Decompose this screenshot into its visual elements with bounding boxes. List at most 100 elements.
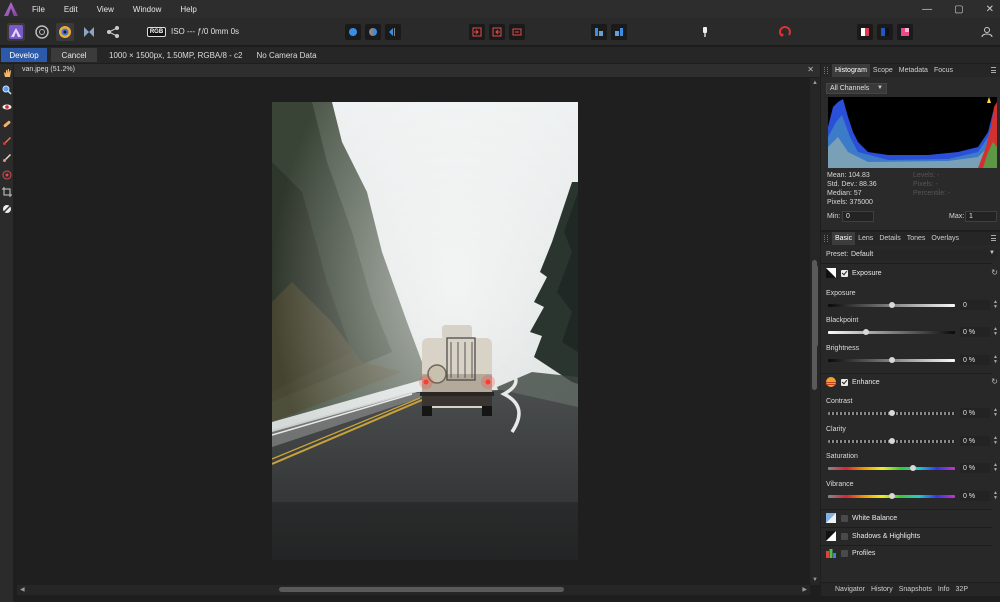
max-input[interactable]: 1 xyxy=(965,211,997,222)
tab-info[interactable]: Info xyxy=(935,583,953,596)
clip-highlights-button[interactable] xyxy=(469,24,485,40)
vibrance-slider[interactable] xyxy=(828,493,955,499)
contrast-stepper-icon[interactable]: ▲ ▼ xyxy=(993,408,998,418)
minimize-button[interactable]: — xyxy=(922,4,932,15)
saturation-stepper-icon[interactable]: ▲ ▼ xyxy=(993,463,998,473)
brightness-slider-handle[interactable] xyxy=(888,357,895,363)
view-split-button[interactable] xyxy=(365,24,381,40)
white-balance-tool[interactable] xyxy=(1,203,12,214)
close-document-button[interactable]: ✕ xyxy=(807,65,814,74)
scroll-left-icon[interactable]: ◀ xyxy=(20,586,25,593)
reset-exposure-icon[interactable]: ↻ xyxy=(991,268,998,277)
mode-rgb-button[interactable] xyxy=(857,24,873,40)
vibrance-slider-handle[interactable] xyxy=(888,493,895,499)
panel-menu-icon[interactable] xyxy=(991,235,996,241)
overlay-gradient-tool[interactable] xyxy=(1,169,12,180)
clarity-value-field[interactable]: 0 % xyxy=(960,436,990,446)
cancel-button[interactable]: Cancel xyxy=(51,48,97,62)
zoom-tool[interactable] xyxy=(1,84,12,95)
tab-history[interactable]: History xyxy=(868,583,896,596)
document-tab[interactable]: van.jpeg (51.2%) ✕ xyxy=(14,64,820,77)
crop-tool[interactable] xyxy=(1,186,12,197)
clarity-slider[interactable] xyxy=(828,438,955,444)
saturation-slider[interactable] xyxy=(828,465,955,471)
exposure-value-field[interactable]: 0 xyxy=(960,300,990,310)
panel-left-button[interactable] xyxy=(591,24,607,40)
tab-overlays[interactable]: Overlays xyxy=(928,232,962,245)
blemish-tool[interactable] xyxy=(1,118,12,129)
account-button[interactable] xyxy=(978,23,996,41)
tab-histogram[interactable]: Histogram xyxy=(832,64,870,77)
brightness-value-field[interactable]: 0 % xyxy=(960,355,990,365)
panel-grip-icon[interactable] xyxy=(824,235,828,242)
red-eye-button[interactable] xyxy=(776,23,794,41)
photo-persona-button[interactable] xyxy=(7,23,25,41)
enhance-checkbox[interactable] xyxy=(841,378,848,386)
tab-metadata[interactable]: Metadata xyxy=(896,64,931,77)
overlay-brush-tool[interactable] xyxy=(1,135,12,146)
reset-enhance-icon[interactable]: ↻ xyxy=(991,377,998,386)
white-balance-section-header[interactable]: White Balance xyxy=(821,510,992,526)
scroll-right-icon[interactable]: ▶ xyxy=(802,586,807,593)
exposure-checkbox[interactable] xyxy=(841,269,848,277)
tab-lens[interactable]: Lens xyxy=(855,232,876,245)
channel-select[interactable]: All Channels ▼ xyxy=(826,83,887,94)
exposure-slider-handle[interactable] xyxy=(888,302,895,308)
blackpoint-slider[interactable] xyxy=(828,329,955,335)
tab-tones[interactable]: Tones xyxy=(904,232,929,245)
view-mirror-button[interactable] xyxy=(385,24,401,40)
hand-tool[interactable] xyxy=(1,67,12,78)
panel-right-button[interactable] xyxy=(611,24,627,40)
saturation-value-field[interactable]: 0 % xyxy=(960,463,990,473)
maximize-button[interactable]: ▢ xyxy=(954,4,963,15)
profiles-section-header[interactable]: Profiles xyxy=(821,545,992,561)
menu-window[interactable]: Window xyxy=(133,5,161,14)
develop-scrollbar[interactable] xyxy=(811,265,820,585)
panel-grip-icon[interactable] xyxy=(824,67,828,74)
tone-mapping-persona-button[interactable] xyxy=(80,23,98,41)
brightness-slider[interactable] xyxy=(828,357,955,363)
tab-basic[interactable]: Basic xyxy=(832,232,856,245)
menu-help[interactable]: Help xyxy=(180,5,196,14)
min-input[interactable]: 0 xyxy=(842,211,874,222)
shadows-highlights-section-header[interactable]: Shadows & Highlights xyxy=(821,528,992,544)
photo-image[interactable] xyxy=(272,102,578,560)
mode-mono-button[interactable] xyxy=(877,24,893,40)
tab-snapshots[interactable]: Snapshots xyxy=(896,583,935,596)
brightness-stepper-icon[interactable]: ▲ ▼ xyxy=(993,355,998,365)
develop-button[interactable]: Develop xyxy=(1,48,47,62)
exposure-section-header[interactable]: Exposure ↻ xyxy=(821,265,998,281)
tab-focus[interactable]: Focus xyxy=(931,64,956,77)
contrast-slider[interactable] xyxy=(828,410,955,416)
blackpoint-stepper-icon[interactable]: ▲ ▼ xyxy=(993,327,998,337)
close-window-button[interactable]: ✕ xyxy=(986,4,994,15)
horizontal-scrollbar[interactable]: ◀ ▶ xyxy=(17,585,810,595)
liquify-persona-button[interactable] xyxy=(33,23,51,41)
exposure-slider[interactable] xyxy=(828,302,955,308)
clip-shadows-button[interactable] xyxy=(489,24,505,40)
white-balance-picker-button[interactable] xyxy=(696,23,714,41)
exposure-stepper-icon[interactable]: ▲ ▼ xyxy=(993,300,998,310)
clip-tones-button[interactable] xyxy=(509,24,525,40)
scroll-up-icon[interactable]: ▲ xyxy=(812,80,818,86)
contrast-value-field[interactable]: 0 % xyxy=(960,408,990,418)
menu-file[interactable]: File xyxy=(32,5,45,14)
view-single-button[interactable] xyxy=(345,24,361,40)
menu-view[interactable]: View xyxy=(97,5,114,14)
vibrance-value-field[interactable]: 0 % xyxy=(960,491,990,501)
export-persona-button[interactable] xyxy=(104,23,122,41)
tab-32p[interactable]: 32P xyxy=(953,583,971,596)
clarity-stepper-icon[interactable]: ▲ ▼ xyxy=(993,436,998,446)
profiles-checkbox[interactable] xyxy=(841,549,848,557)
develop-scroll-thumb[interactable] xyxy=(813,265,818,347)
tab-details[interactable]: Details xyxy=(876,232,903,245)
tab-navigator[interactable]: Navigator xyxy=(832,583,868,596)
vibrance-stepper-icon[interactable]: ▲ ▼ xyxy=(993,491,998,501)
shadows-highlights-checkbox[interactable] xyxy=(841,532,848,540)
overlay-erase-tool[interactable] xyxy=(1,152,12,163)
develop-persona-button[interactable] xyxy=(56,23,74,41)
blackpoint-value-field[interactable]: 0 % xyxy=(960,327,990,337)
mode-color-button[interactable] xyxy=(897,24,913,40)
horizontal-scroll-thumb[interactable] xyxy=(279,587,564,592)
white-balance-checkbox[interactable] xyxy=(841,514,848,522)
